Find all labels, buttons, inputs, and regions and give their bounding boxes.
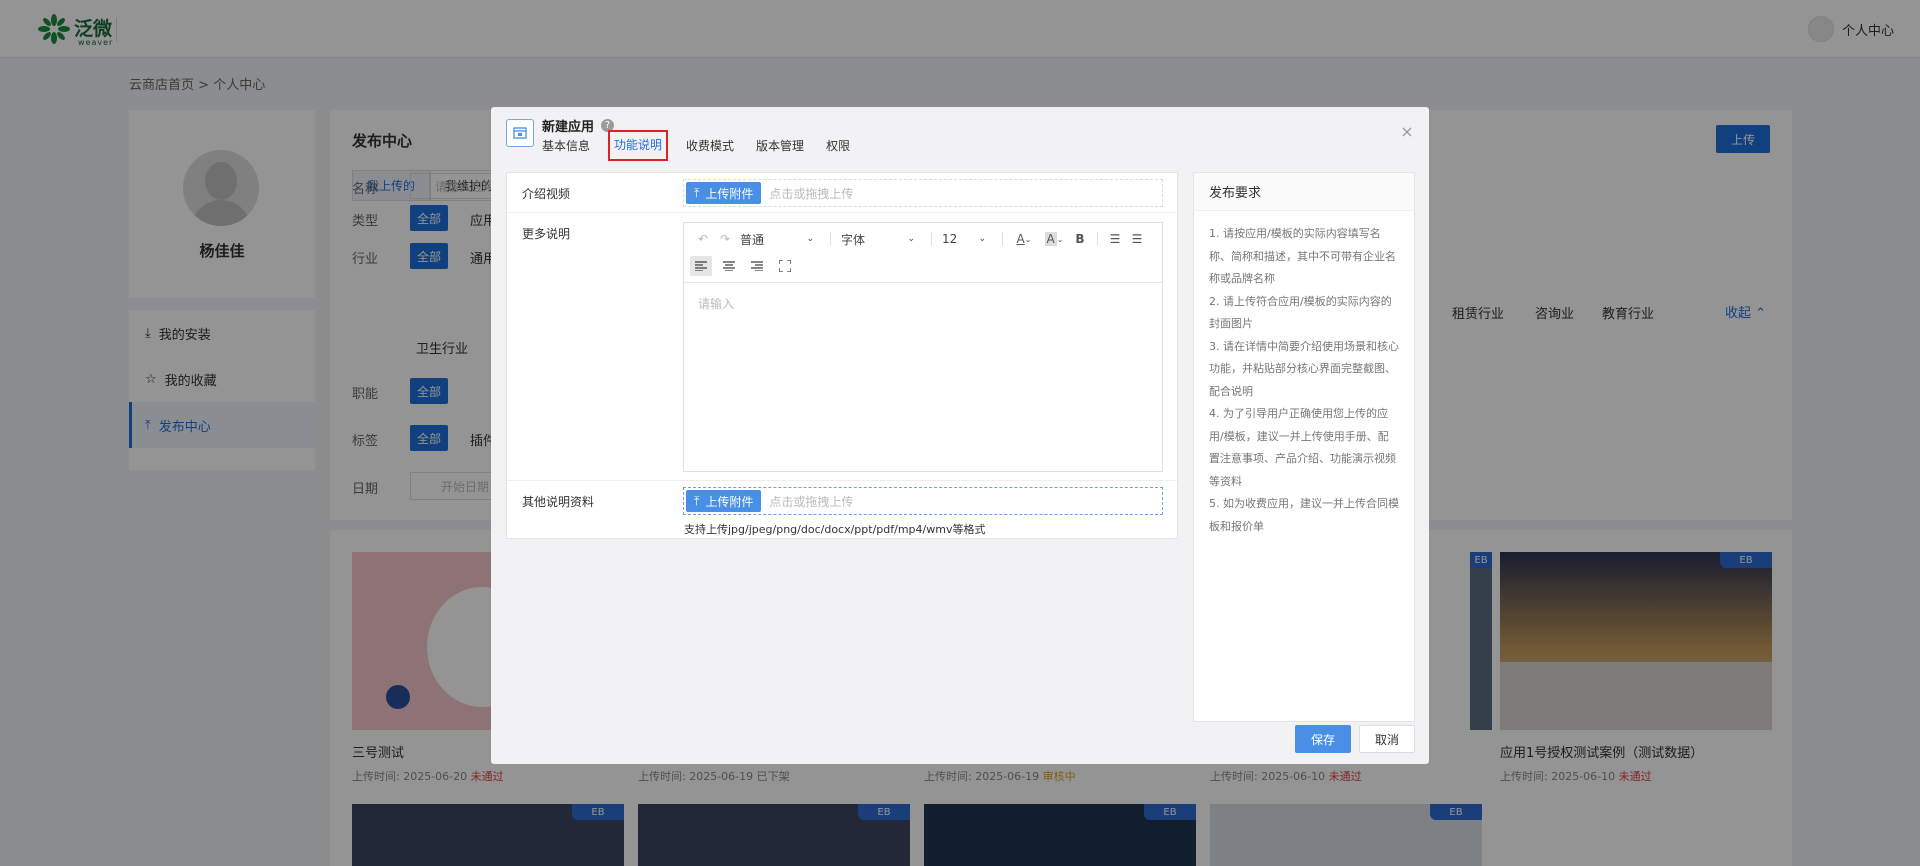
form-row-video: 介绍视频 ⤒ 上传附件 点击或拖拽上传 [507, 173, 1177, 213]
requirement-item: 5. 如为收费应用，建议一并上传合同模板和报价单 [1209, 497, 1399, 533]
chevron-down-icon: ⌄ [806, 234, 814, 244]
align-left-icon[interactable] [690, 256, 712, 276]
toolbar-divider [830, 232, 831, 246]
requirement-item: 1. 请按应用/模板的实际内容填写名称、简称和描述，其中不可带有企业名称或品牌名… [1209, 227, 1396, 285]
supported-formats-text: 支持上传jpg/jpeg/png/doc/docx/ppt/pdf/mp4/wm… [684, 523, 986, 536]
cancel-button[interactable]: 取消 [1359, 725, 1415, 753]
rich-text-editor: ↶ ↷ 普通 ⌄ 字体 ⌄ 12 ⌄ A ⌄ A ⌄ B ☰ ☰ 请输入 [683, 222, 1163, 472]
redo-icon[interactable]: ↷ [714, 229, 736, 249]
requirement-item: 2. 请上传符合应用/模板的实际内容的封面图片 [1209, 294, 1392, 331]
font-size-select[interactable]: 12 ⌄ [938, 232, 990, 246]
toolbar-row-2 [690, 255, 796, 277]
undo-icon[interactable]: ↶ [692, 229, 714, 249]
video-upload-button[interactable]: ⤒ 上传附件 [686, 182, 762, 204]
ordered-list-icon[interactable]: ☰ [1104, 229, 1126, 249]
tab-function-description[interactable]: 功能说明 [608, 130, 669, 161]
dialog-tabs: 基本信息 功能说明 收费模式 版本管理 权限 [542, 130, 872, 161]
align-right-icon[interactable] [746, 256, 768, 276]
font-size-value: 12 [942, 232, 958, 246]
tab-permissions[interactable]: 权限 [826, 134, 850, 157]
other-materials-label: 其他说明资料 [522, 495, 595, 509]
bullet-list-icon[interactable]: ☰ [1126, 229, 1148, 249]
video-label: 介绍视频 [522, 187, 571, 201]
font-color-icon[interactable]: A ⌄ [1009, 229, 1039, 249]
paragraph-select[interactable]: 普通 ⌄ [736, 231, 818, 248]
chevron-down-icon: ⌄ [907, 234, 915, 244]
font-value: 字体 [841, 232, 866, 247]
bold-icon[interactable]: B [1069, 229, 1091, 249]
app-store-icon [506, 119, 534, 147]
editor-toolbar: ↶ ↷ 普通 ⌄ 字体 ⌄ 12 ⌄ A ⌄ A ⌄ B ☰ ☰ [684, 223, 1162, 283]
editor-content-area[interactable]: 请输入 [698, 295, 734, 312]
upload-button-label: 上传附件 [705, 186, 754, 201]
new-app-dialog: 新建应用 ? 基本信息 功能说明 收费模式 版本管理 权限 × 介绍视频 ⤒ 上… [491, 107, 1429, 764]
paragraph-value: 普通 [740, 232, 765, 247]
toolbar-divider [1097, 232, 1098, 246]
upload-button-label: 上传附件 [705, 494, 754, 509]
other-upload-button[interactable]: ⤒ 上传附件 [686, 490, 762, 512]
form-row-more: 更多说明 ↶ ↷ 普通 ⌄ 字体 ⌄ 12 ⌄ A ⌄ A ⌄ B ☰ ☰ 请输… [507, 213, 1177, 481]
video-upload-area[interactable]: ⤒ 上传附件 点击或拖拽上传 [683, 179, 1163, 207]
upload-hint: 点击或拖拽上传 [769, 494, 854, 509]
dialog-title: 新建应用 [542, 120, 595, 135]
requirements-list: 1. 请按应用/模板的实际内容填写名称、简称和描述，其中不可带有企业名称或品牌名… [1194, 211, 1414, 550]
dialog-header: 新建应用 ? 基本信息 功能说明 收费模式 版本管理 权限 × [491, 107, 1429, 161]
tab-basic-info[interactable]: 基本信息 [542, 134, 590, 157]
requirements-title: 发布要求 [1194, 173, 1414, 211]
chevron-down-icon: ⌄ [978, 234, 986, 244]
highlight-color-icon[interactable]: A ⌄ [1039, 229, 1069, 249]
save-button[interactable]: 保存 [1295, 725, 1351, 753]
fullscreen-icon[interactable] [774, 256, 796, 276]
toolbar-divider [1002, 232, 1003, 246]
requirement-item: 4. 为了引导用户正确使用您上传的应用/模板，建议一并上传使用手册、配置注意事项… [1209, 407, 1396, 488]
font-select[interactable]: 字体 ⌄ [837, 231, 919, 248]
function-form: 介绍视频 ⤒ 上传附件 点击或拖拽上传 更多说明 ↶ ↷ 普通 ⌄ 字体 ⌄ 1… [506, 172, 1178, 539]
form-row-other: 其他说明资料 ⤒ 上传附件 点击或拖拽上传 支持上传jpg/jpeg/png/d… [507, 481, 1177, 539]
other-upload-area[interactable]: ⤒ 上传附件 点击或拖拽上传 [683, 487, 1163, 515]
help-icon[interactable]: ? [601, 119, 614, 132]
tab-pricing-mode[interactable]: 收费模式 [686, 134, 734, 157]
toolbar-row-1: ↶ ↷ 普通 ⌄ 字体 ⌄ 12 ⌄ A ⌄ A ⌄ B ☰ ☰ [692, 228, 1148, 250]
upload-icon: ⤒ [694, 185, 700, 200]
tab-version-management[interactable]: 版本管理 [756, 134, 804, 157]
upload-hint: 点击或拖拽上传 [769, 186, 854, 201]
close-icon[interactable]: × [1399, 122, 1415, 141]
requirement-item: 3. 请在详情中简要介绍使用场景和核心功能，并粘贴部分核心界面完整截图、配合说明 [1209, 339, 1399, 398]
toolbar-divider [931, 232, 932, 246]
upload-icon: ⤒ [694, 493, 700, 508]
align-center-icon[interactable] [718, 256, 740, 276]
more-label: 更多说明 [522, 227, 571, 241]
publish-requirements-panel: 发布要求 1. 请按应用/模板的实际内容填写名称、简称和描述，其中不可带有企业名… [1193, 172, 1415, 722]
